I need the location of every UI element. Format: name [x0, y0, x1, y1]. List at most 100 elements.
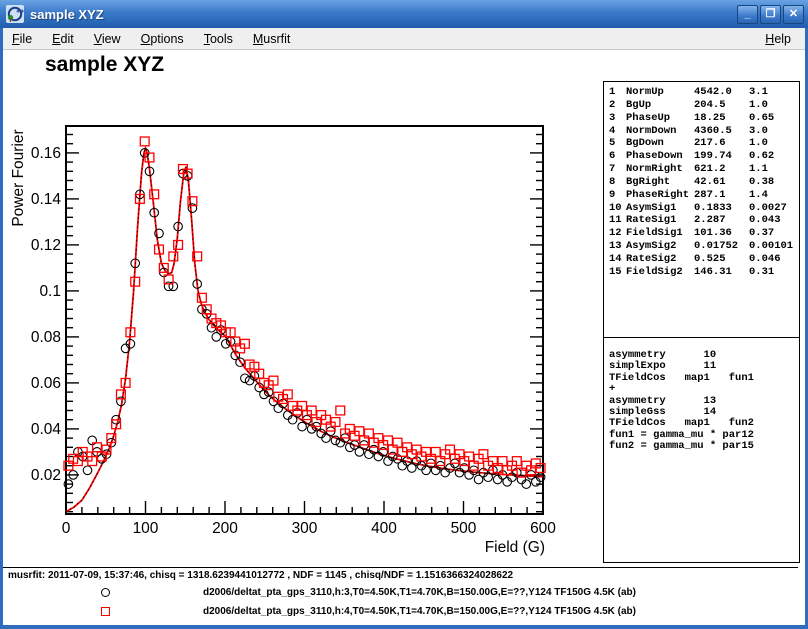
param-name: RateSig1 [626, 214, 694, 227]
param-error: 0.38 [749, 176, 799, 189]
title-bar[interactable]: ++ sample XYZ _ ❐ ✕ [0, 0, 808, 28]
svg-text:++: ++ [16, 9, 24, 16]
param-value: 42.61 [694, 176, 749, 189]
menu-help[interactable]: Help [757, 30, 799, 48]
param-value: 204.5 [694, 99, 749, 112]
param-value: 18.25 [694, 112, 749, 125]
param-value: 146.31 [694, 266, 749, 279]
theory-line-3: + [609, 384, 799, 395]
param-error: 1.0 [749, 99, 799, 112]
y-tick-label: 0.06 [31, 375, 61, 392]
param-name: BgRight [626, 176, 694, 189]
menu-bar: File Edit View Options Tools Musrfit Help [3, 28, 805, 50]
param-error: 0.37 [749, 227, 799, 240]
param-error: 1.0 [749, 137, 799, 150]
legend-label-run2: d2006/deltat_pta_gps_3110,h:4,T0=4.50K,T… [203, 606, 636, 617]
param-name: RateSig2 [626, 253, 694, 266]
param-value: 0.1833 [694, 202, 749, 215]
param-no: 14 [609, 253, 626, 266]
param-name: NormDown [626, 125, 694, 138]
y-tick-label: 0.1 [39, 283, 61, 300]
param-no: 6 [609, 150, 626, 163]
param-name: FieldSig2 [626, 266, 694, 279]
y-tick-label: 0.16 [31, 145, 61, 162]
data-points-circles [64, 149, 545, 489]
x-tick-label: 400 [371, 520, 397, 537]
param-name: PhaseDown [626, 150, 694, 163]
param-no: 12 [609, 227, 626, 240]
param-value: 621.2 [694, 163, 749, 176]
param-no: 3 [609, 112, 626, 125]
status-separator [3, 567, 798, 568]
param-name: AsymSig2 [626, 240, 694, 253]
legend-square-marker [101, 607, 110, 616]
param-error: 0.0027 [749, 202, 799, 215]
y-tick-label: 0.14 [31, 191, 62, 208]
param-no: 15 [609, 266, 626, 279]
root-logo-icon: ++ [6, 5, 24, 23]
y-tick-label: 0.08 [31, 329, 61, 346]
y-tick-label: 0.02 [31, 467, 61, 484]
menu-tools[interactable]: Tools [197, 30, 240, 48]
param-no: 9 [609, 189, 626, 202]
parameter-pad[interactable]: 1NormUp4542.03.12BgUp204.51.03PhaseUp18.… [603, 81, 800, 338]
param-value: 101.36 [694, 227, 749, 240]
param-row-BgRight: 8BgRight42.610.38 [609, 176, 799, 189]
param-name: AsymSig1 [626, 202, 694, 215]
menu-view[interactable]: View [87, 30, 128, 48]
plot-frame [66, 126, 543, 514]
param-error: 3.1 [749, 86, 799, 99]
param-no: 5 [609, 137, 626, 150]
close-button[interactable]: ✕ [783, 5, 804, 24]
legend-circle-marker [101, 588, 110, 597]
root-canvas[interactable]: sample XYZ 01002003004005006000.020.040.… [3, 50, 805, 625]
data-points-squares [64, 137, 545, 477]
menu-options[interactable]: Options [134, 30, 191, 48]
theory-line-9: fun2 = gamma_mu * par15 [609, 441, 799, 452]
legend-label-run1: d2006/deltat_pta_gps_3110,h:3,T0=4.50K,T… [203, 587, 636, 598]
param-value: 0.525 [694, 253, 749, 266]
musrfit-window: ++ sample XYZ _ ❐ ✕ File Edit View Options T… [0, 0, 808, 629]
x-axis-title: Field (G) [485, 539, 545, 556]
param-name: PhaseUp [626, 112, 694, 125]
param-row-FieldSig1: 12FieldSig1101.360.37 [609, 227, 799, 240]
param-value: 2.287 [694, 214, 749, 227]
param-error: 1.1 [749, 163, 799, 176]
x-tick-label: 0 [62, 520, 71, 537]
menu-items: File Edit View Options Tools Musrfit [3, 32, 303, 46]
x-tick-label: 600 [530, 520, 556, 537]
param-no: 10 [609, 202, 626, 215]
theory-pad[interactable]: asymmetry 10simplExpo 11TFieldCos map1 f… [603, 338, 800, 563]
menu-file[interactable]: File [5, 30, 39, 48]
param-no: 1 [609, 86, 626, 99]
x-tick-label: 300 [292, 520, 318, 537]
menu-edit[interactable]: Edit [45, 30, 81, 48]
param-row-PhaseRight: 9PhaseRight287.11.4 [609, 189, 799, 202]
param-error: 0.62 [749, 150, 799, 163]
param-row-BgDown: 5BgDown217.61.0 [609, 137, 799, 150]
param-name: NormUp [626, 86, 694, 99]
param-value: 199.74 [694, 150, 749, 163]
theory-line-2: TFieldCos map1 fun1 [609, 373, 799, 384]
param-row-AsymSig1: 10AsymSig10.18330.0027 [609, 202, 799, 215]
y-tick-label: 0.04 [31, 421, 62, 438]
y-tick-label: 0.12 [31, 237, 61, 254]
x-tick-label: 200 [212, 520, 238, 537]
param-row-NormDown: 4NormDown4360.53.0 [609, 125, 799, 138]
minimize-button[interactable]: _ [737, 5, 758, 24]
maximize-button[interactable]: ❐ [760, 5, 781, 24]
menu-musrfit[interactable]: Musrfit [246, 30, 298, 48]
param-no: 7 [609, 163, 626, 176]
param-error: 0.31 [749, 266, 799, 279]
param-value: 287.1 [694, 189, 749, 202]
param-row-RateSig1: 11RateSig12.2870.043 [609, 214, 799, 227]
param-row-BgUp: 2BgUp204.51.0 [609, 99, 799, 112]
param-no: 8 [609, 176, 626, 189]
param-error: 0.65 [749, 112, 799, 125]
param-value: 4542.0 [694, 86, 749, 99]
param-name: BgUp [626, 99, 694, 112]
param-name: FieldSig1 [626, 227, 694, 240]
param-name: BgDown [626, 137, 694, 150]
fourier-plot[interactable]: 01002003004005006000.020.040.060.080.10.… [3, 50, 603, 567]
window-title: sample XYZ [30, 7, 735, 22]
